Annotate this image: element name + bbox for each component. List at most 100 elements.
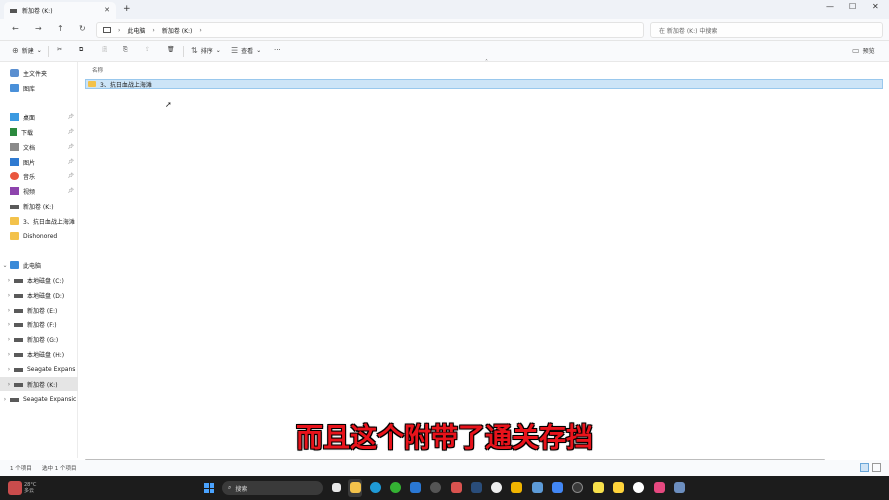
address-bar[interactable]: › 此电脑 › 新加卷 (K:) › (96, 22, 644, 38)
steam-icon[interactable] (430, 482, 441, 493)
app-icon[interactable] (410, 482, 421, 493)
pin-icon: 📌︎ (67, 188, 74, 194)
sidebar-item-music[interactable]: 音乐 📌︎ (0, 169, 78, 183)
weather-icon[interactable] (8, 481, 22, 495)
sidebar-item-drive-k-pinned[interactable]: 新加卷 (K:) (0, 199, 78, 213)
rename-icon[interactable]: ⎘ (123, 46, 128, 54)
chevron-right-icon[interactable]: › (4, 321, 14, 328)
sidebar-item-drive-e[interactable]: › 新加卷 (E:) (0, 303, 78, 317)
app-icon[interactable] (613, 482, 624, 493)
chevron-right-icon[interactable]: › (4, 336, 14, 343)
sidebar-item-seagate-external[interactable]: › Seagate Expansic (0, 392, 78, 406)
sidebar-item-label: 3、抗日血战上海滩 (23, 218, 75, 226)
pin-icon: 📌︎ (67, 144, 74, 150)
refresh-button[interactable]: ↻ (79, 24, 86, 33)
minimize-button[interactable]: — (826, 2, 834, 11)
task-view-icon[interactable] (332, 483, 341, 492)
app-icon[interactable] (471, 482, 482, 493)
sidebar-item-game-folder[interactable]: 3、抗日血战上海滩 (0, 214, 78, 228)
delete-icon[interactable]: 🗑︎ (167, 46, 175, 53)
app-icon[interactable] (674, 482, 685, 493)
chevron-right-icon[interactable]: › (0, 396, 10, 403)
plus-circle-icon: ⊕ (12, 46, 19, 55)
sidebar-item-pictures[interactable]: 图片 📌︎ (0, 155, 78, 169)
pin-icon: 📌︎ (67, 114, 74, 120)
taskbar-search[interactable]: ⌕ 搜索 (222, 481, 323, 495)
sidebar-item-drive-k[interactable]: › 新加卷 (K:) (0, 377, 78, 391)
sidebar-item-desktop[interactable]: 桌面 📌︎ (0, 110, 78, 124)
app-icon[interactable] (451, 482, 462, 493)
back-button[interactable]: ← (12, 24, 19, 33)
sidebar-item-documents[interactable]: 文档 📌︎ (0, 140, 78, 154)
sidebar-item-drive-f[interactable]: › 新加卷 (F:) (0, 317, 78, 331)
sidebar-item-label: 文档 (23, 144, 36, 152)
sidebar-item-downloads[interactable]: 下载 📌︎ (0, 125, 78, 139)
new-tab-button[interactable]: + (123, 4, 131, 14)
breadcrumb-this-pc[interactable]: 此电脑 (127, 26, 145, 35)
details-view-button[interactable] (860, 463, 869, 472)
up-button[interactable]: ↑ (57, 24, 64, 33)
sidebar-item-label: 此电脑 (23, 262, 42, 270)
chevron-right-icon[interactable]: › (4, 366, 14, 373)
wechat-icon[interactable] (390, 482, 401, 493)
app-icon[interactable] (491, 482, 502, 493)
table-row[interactable]: 3、抗日血战上海滩 (85, 79, 883, 89)
sidebar-item-label: 图片 (23, 159, 36, 167)
sidebar-item-videos[interactable]: 视频 📌︎ (0, 184, 78, 198)
edge-browser-icon[interactable] (370, 482, 381, 493)
sidebar-item-label: 视频 (23, 188, 36, 196)
app-icon[interactable] (633, 482, 644, 493)
video-subtitle: 而且这个附带了通关存挡 (0, 416, 889, 455)
new-button[interactable]: ⊕ 新建 ⌄ (12, 46, 42, 55)
chevron-right-icon[interactable]: › (4, 292, 14, 299)
app-icon[interactable] (552, 482, 563, 493)
view-button[interactable]: ☰ 查看 ⌄ (231, 46, 261, 55)
sidebar-item-home[interactable]: 主文件夹 (0, 66, 78, 80)
sidebar-item-drive-c[interactable]: › 本地磁盘 (C:) (0, 273, 78, 287)
file-list-pane: ˄ 名称 3、抗日血战上海滩 ➚ (79, 59, 889, 461)
divider (48, 46, 49, 57)
computer-icon (10, 261, 19, 269)
start-button[interactable] (204, 483, 214, 493)
sort-button[interactable]: ⇅ 排序 ⌄ (191, 46, 221, 55)
chevron-down-icon[interactable]: ⌄ (0, 262, 10, 269)
forward-button[interactable]: → (35, 24, 42, 33)
app-icon[interactable] (593, 482, 604, 493)
sidebar-item-seagate[interactable]: › Seagate Expans (0, 362, 78, 376)
app-icon[interactable] (511, 482, 522, 493)
app-icon[interactable] (654, 482, 665, 493)
close-tab-icon[interactable]: ✕ (104, 6, 110, 14)
maximize-button[interactable]: ☐ (849, 2, 856, 11)
sidebar-item-drive-g[interactable]: › 新加卷 (G:) (0, 332, 78, 346)
command-bar: ⊕ 新建 ⌄ ✂ ⧉ 📋︎ ⎘ ⇪ 🗑︎ ⇅ 排序 ⌄ ☰ 查看 ⌄ ··· ▭… (0, 41, 889, 62)
drive-icon (14, 383, 23, 387)
preview-pane-icon: ▭ (852, 46, 860, 55)
sidebar-item-label: 新加卷 (G:) (27, 336, 59, 344)
breadcrumb-drive-k[interactable]: 新加卷 (K:) (162, 26, 193, 35)
column-header-name[interactable]: 名称 (92, 66, 103, 74)
tiles-view-button[interactable] (872, 463, 881, 472)
chevron-right-icon[interactable]: › (4, 351, 14, 358)
paste-icon[interactable]: 📋︎ (101, 46, 109, 53)
chevron-right-icon[interactable]: › (4, 307, 14, 314)
chevron-right-icon[interactable]: › (4, 277, 14, 284)
app-icon[interactable] (532, 482, 543, 493)
sidebar-item-gallery[interactable]: 图库 (0, 81, 78, 95)
weather-widget[interactable]: 28°C 多云 (24, 482, 36, 494)
tab-current[interactable]: 新加卷 (K:) ✕ (4, 2, 116, 19)
cut-icon[interactable]: ✂ (57, 46, 62, 53)
share-icon[interactable]: ⇪ (145, 46, 150, 53)
drive-icon (14, 368, 23, 372)
sidebar-item-this-pc[interactable]: ⌄ 此电脑 (0, 258, 78, 272)
sidebar-item-dishonored[interactable]: Dishonored (0, 229, 78, 243)
file-explorer-app-icon[interactable] (350, 482, 361, 493)
close-window-button[interactable]: ✕ (872, 2, 879, 11)
search-input[interactable]: 在 新加卷 (K:) 中搜索 (650, 22, 883, 38)
app-icon[interactable] (572, 482, 583, 493)
preview-button[interactable]: ▭ 预览 (852, 46, 875, 55)
more-options-button[interactable]: ··· (274, 46, 281, 54)
copy-icon[interactable]: ⧉ (79, 46, 83, 54)
chevron-right-icon[interactable]: › (4, 381, 14, 388)
sidebar-item-drive-d[interactable]: › 本地磁盘 (D:) (0, 288, 78, 302)
sidebar-item-drive-h[interactable]: › 本地磁盘 (H:) (0, 347, 78, 361)
